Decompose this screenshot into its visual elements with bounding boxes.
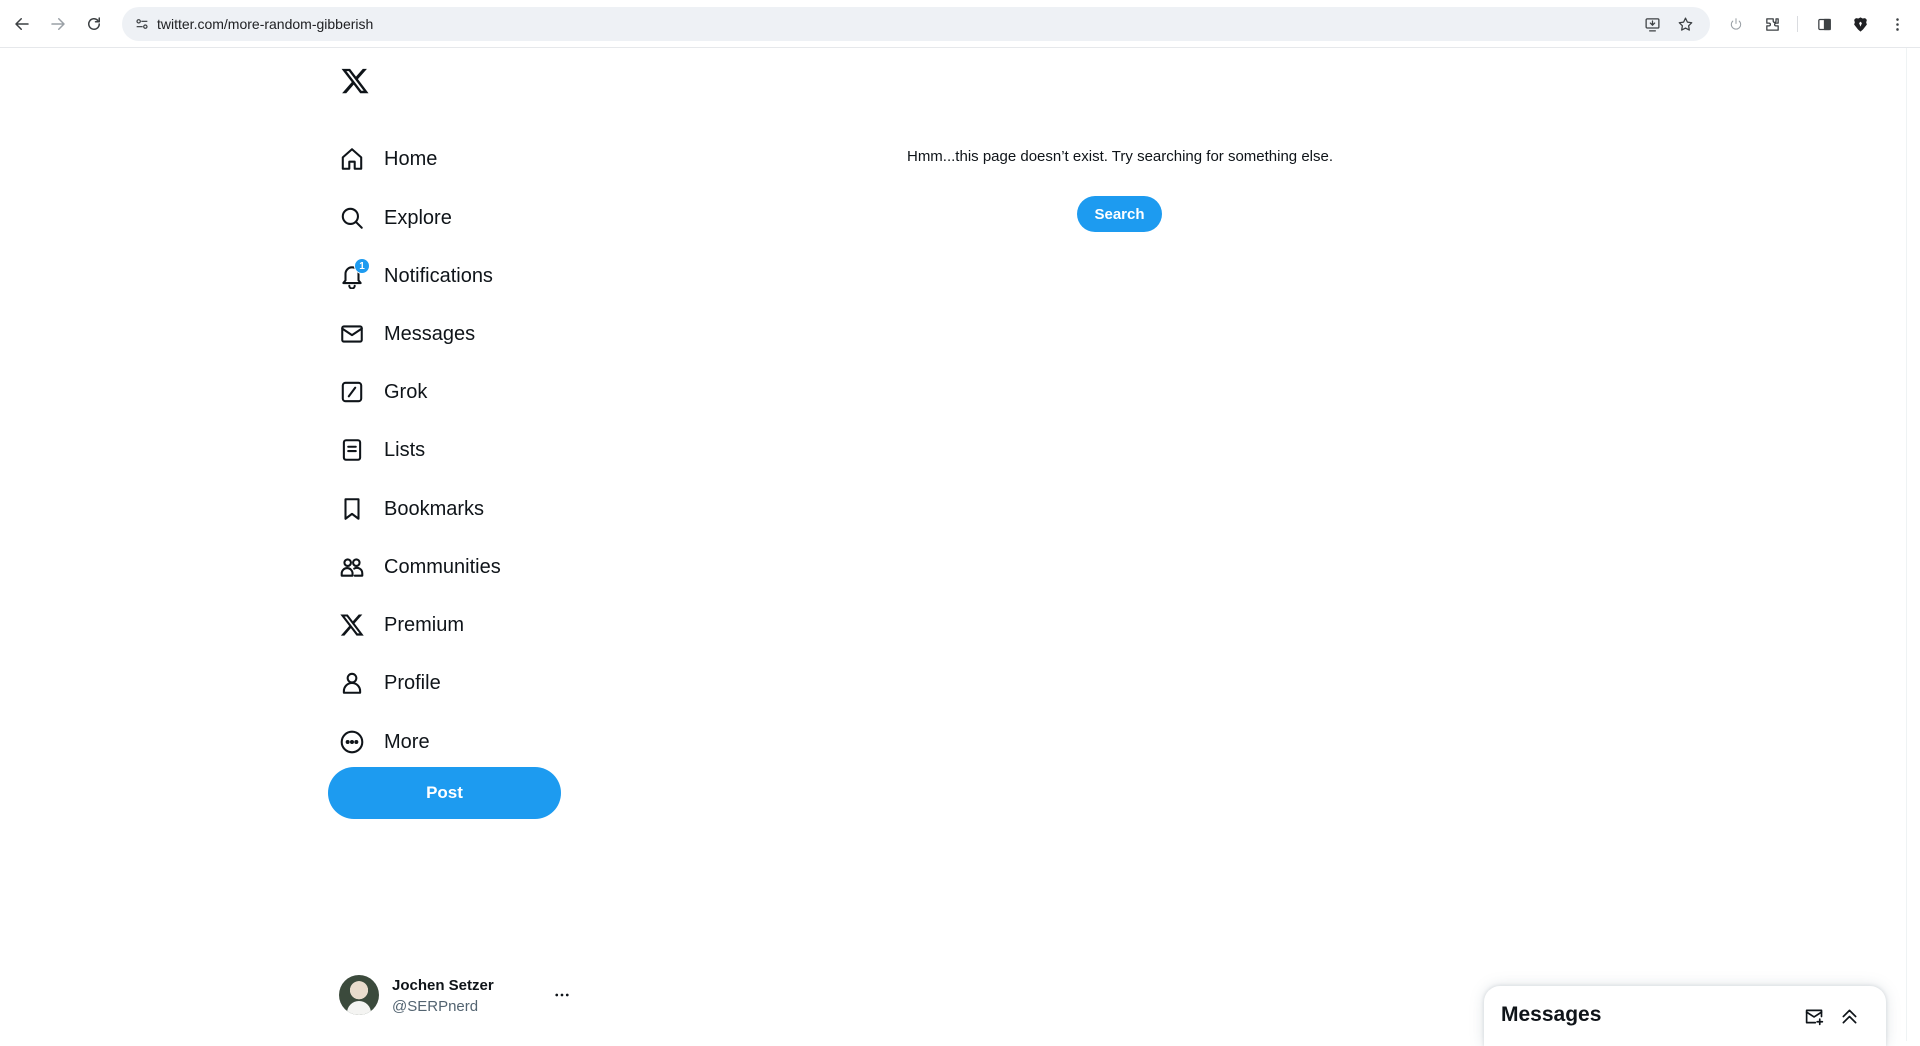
search-icon	[338, 204, 366, 232]
nav-item-label: Bookmarks	[384, 497, 485, 520]
nav-item-label: More	[384, 730, 430, 753]
more-circle-icon	[338, 728, 366, 756]
messages-drawer-title: Messages	[1501, 1003, 1602, 1026]
nav-item-label: Profile	[384, 671, 441, 694]
address-bar[interactable]: twitter.com/more-random-gibberish	[122, 7, 1710, 41]
nav-item-lists[interactable]: Lists	[326, 425, 437, 475]
search-button[interactable]: Search	[1077, 196, 1162, 232]
power-icon[interactable]	[1724, 12, 1748, 36]
chevron-double-up-icon[interactable]	[1835, 1002, 1863, 1030]
people-icon	[338, 553, 366, 581]
nav-item-label: Home	[384, 147, 438, 170]
toolbar-divider	[1797, 16, 1798, 32]
nav-item-label: Explore	[384, 206, 452, 229]
notification-badge: 1	[354, 258, 370, 274]
nav-item-label: Notifications	[384, 264, 493, 287]
nav-item-label: Messages	[384, 322, 476, 345]
x-logo-icon	[338, 611, 366, 639]
more-horizontal-icon[interactable]	[552, 985, 572, 1005]
url-text[interactable]: twitter.com/more-random-gibberish	[157, 16, 373, 32]
side-panel-icon[interactable]	[1812, 12, 1836, 36]
forward-icon[interactable]	[40, 6, 76, 42]
person-icon	[338, 669, 366, 697]
install-icon[interactable]	[1640, 12, 1664, 36]
nav-item-home[interactable]: Home	[326, 134, 449, 184]
list-icon	[338, 436, 366, 464]
nav-item-messages[interactable]: Messages	[326, 309, 487, 359]
nav-item-bookmarks[interactable]: Bookmarks	[326, 484, 496, 534]
home-icon	[338, 145, 366, 173]
nav-item-label: Communities	[384, 555, 501, 578]
nav-item-grok[interactable]: Grok	[326, 367, 439, 417]
not-found-message: Hmm...this page doesn’t exist. Try searc…	[906, 148, 1334, 165]
avatar	[339, 975, 379, 1015]
browser-toolbar: twitter.com/more-random-gibberish	[0, 0, 1920, 48]
envelope-icon	[338, 320, 366, 348]
page-content: Home Explore 1 Notifications Messages Gr…	[0, 48, 1920, 1046]
messages-drawer[interactable]: Messages	[1484, 986, 1886, 1046]
post-button[interactable]: Post	[328, 767, 561, 819]
account-handle: @SERPnerd	[392, 998, 479, 1015]
x-logo-icon[interactable]	[335, 61, 375, 101]
menu-icon[interactable]	[1885, 12, 1909, 36]
nav-item-label: Premium	[384, 613, 465, 636]
nav-item-label: Lists	[384, 438, 426, 461]
nav-item-label: Grok	[384, 380, 428, 403]
extensions-icon[interactable]	[1760, 12, 1784, 36]
site-info-icon[interactable]	[130, 12, 154, 36]
new-message-icon[interactable]	[1800, 1002, 1828, 1030]
scroll-divider	[1906, 48, 1907, 1041]
account-name: Jochen Setzer	[392, 977, 494, 994]
bell-icon: 1	[338, 258, 370, 290]
grok-icon	[338, 378, 366, 406]
star-icon[interactable]	[1673, 12, 1697, 36]
account-switcher[interactable]: Jochen Setzer @SERPnerd	[328, 965, 580, 1025]
nav-item-communities[interactable]: Communities	[326, 542, 513, 592]
back-icon[interactable]	[4, 6, 40, 42]
nav-item-premium[interactable]: Premium	[326, 600, 476, 650]
nav-item-explore[interactable]: Explore	[326, 193, 464, 243]
brave-icon[interactable]	[1848, 12, 1872, 36]
reload-icon[interactable]	[76, 6, 112, 42]
nav-item-profile[interactable]: Profile	[326, 658, 453, 708]
nav-item-more[interactable]: More	[326, 717, 442, 767]
bookmark-icon	[338, 495, 366, 523]
nav-item-notifications[interactable]: 1 Notifications	[326, 251, 505, 301]
